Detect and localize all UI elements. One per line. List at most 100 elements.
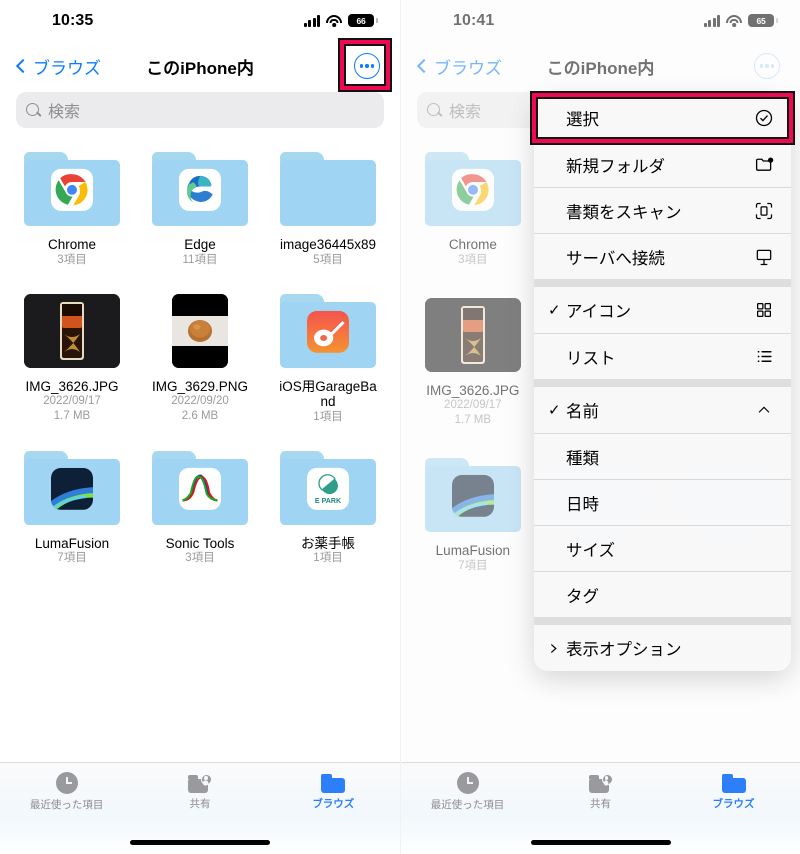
edge-icon: [179, 168, 221, 211]
server-connect-icon: [753, 246, 775, 268]
file-size: 1.7 MB: [454, 414, 492, 426]
tab-bar: 最近使った項目 共有 ブラウズ: [0, 762, 400, 854]
folder-icon: [424, 458, 521, 532]
chevron-up-icon: [753, 399, 775, 421]
menu-item-label: リスト: [566, 349, 616, 368]
file-thumbnail: [24, 152, 120, 230]
tab-label: 最近使った項目: [29, 799, 104, 811]
menu-item-sort-tag[interactable]: タグ: [534, 571, 791, 617]
folder-icon: [24, 450, 120, 525]
file-item[interactable]: Edge 11項目: [136, 152, 264, 268]
file-name: Chrome: [47, 237, 96, 252]
file-item[interactable]: LumaFusion 7項目: [8, 450, 136, 567]
ellipsis-circle-icon[interactable]: [354, 53, 380, 79]
menu-item-sort-name[interactable]: ✓ 名前: [534, 387, 791, 433]
phone-screenshot-right: 10:41 65 ブラウズ このiPhone内 検索 Chrome 3項目 IM…: [400, 0, 800, 854]
folder-icon: [152, 450, 248, 525]
file-thumbnail: [152, 293, 248, 372]
menu-item-label: 新規フォルダ: [566, 157, 665, 176]
menu-item-view-options[interactable]: 表示オプション: [534, 625, 791, 671]
epark-icon: E PARK: [307, 467, 349, 510]
folder-icon: [280, 152, 376, 226]
menu-item-connect-to-server[interactable]: サーバへ接続: [534, 233, 791, 279]
file-item[interactable]: image36445x89 5項目: [264, 152, 392, 268]
chevron-left-icon: [416, 58, 432, 74]
search-placeholder: 検索: [48, 104, 81, 121]
file-item[interactable]: iOS用GarageBand 1項目: [264, 293, 392, 425]
iphone-box-photo: [424, 297, 521, 372]
tab-recents[interactable]: 最近使った項目: [0, 763, 133, 821]
file-size: 2.6 MB: [181, 410, 219, 422]
menu-item-icon-view[interactable]: ✓ アイコン: [534, 287, 791, 333]
file-thumbnail: [424, 297, 521, 376]
file-meta: 2022/09/17: [43, 395, 101, 407]
file-meta: 7項目: [458, 559, 488, 572]
file-thumbnail: [24, 450, 120, 529]
battery-percent: 66: [356, 15, 366, 26]
file-item[interactable]: Sonic Tools 3項目: [136, 450, 264, 567]
chrome-icon: [451, 168, 494, 211]
tab-browse[interactable]: ブラウズ: [267, 763, 400, 821]
check-circle-icon: [753, 107, 775, 129]
file-meta: 2022/09/20: [171, 395, 229, 407]
menu-item-sort-kind[interactable]: 種類: [534, 433, 791, 479]
file-name: LumaFusion: [34, 535, 110, 551]
file-name: IMG_3626.JPG: [25, 378, 119, 394]
file-item[interactable]: E PARK お薬手帳 1項目: [264, 450, 392, 567]
scan-document-icon: [753, 200, 775, 222]
file-item[interactable]: LumaFusion 7項目: [409, 458, 537, 574]
menu-item-list-view[interactable]: リスト: [534, 333, 791, 379]
nav-bar: ブラウズ このiPhone内: [401, 44, 800, 88]
back-button[interactable]: ブラウズ: [416, 54, 502, 79]
file-meta: 7項目: [57, 552, 87, 564]
file-name: image36445x89: [279, 237, 377, 252]
file-item[interactable]: Chrome 3項目: [409, 152, 537, 268]
file-meta: 3項目: [57, 253, 87, 266]
cellular-bars-icon: [303, 15, 320, 27]
menu-item-label: 名前: [566, 403, 599, 421]
ellipsis-circle-icon[interactable]: [754, 53, 780, 79]
no-icon: [753, 492, 775, 514]
clock-icon: [55, 772, 78, 794]
file-meta: 2022/09/17: [444, 399, 502, 411]
tab-recents[interactable]: 最近使った項目: [401, 763, 534, 821]
menu-item-sort-date[interactable]: 日時: [534, 479, 791, 525]
tab-label: ブラウズ: [312, 797, 355, 810]
file-meta: 5項目: [313, 253, 343, 266]
status-bar: 10:35 66: [0, 0, 400, 44]
menu-item-new-folder[interactable]: 新規フォルダ: [534, 141, 791, 187]
file-thumbnail: E PARK: [280, 450, 376, 529]
file-name: iOS用GarageBand: [279, 378, 377, 410]
file-thumbnail: [424, 152, 521, 230]
back-button[interactable]: ブラウズ: [15, 54, 101, 79]
no-icon: [753, 637, 775, 659]
tab-label: 共有: [189, 797, 211, 810]
status-bar: 10:41 65: [401, 0, 800, 44]
search-input[interactable]: 検索: [16, 92, 384, 128]
file-item[interactable]: IMG_3629.PNG 2022/09/20 2.6 MB: [136, 293, 264, 425]
file-item[interactable]: IMG_3626.JPG 2022/09/17 1.7 MB: [409, 297, 537, 429]
folder-icon: [424, 152, 521, 226]
grid-view-icon: [753, 299, 775, 321]
file-item[interactable]: Chrome 3項目: [8, 152, 136, 268]
tab-shared[interactable]: 共有: [534, 763, 667, 821]
menu-item-select[interactable]: 選択: [534, 95, 791, 141]
menu-item-label: サーバへ接続: [566, 249, 665, 268]
tab-browse[interactable]: ブラウズ: [667, 763, 800, 821]
sonictools-icon: [179, 467, 221, 510]
clock-icon: [456, 772, 479, 794]
file-item[interactable]: IMG_3626.JPG 2022/09/17 1.7 MB: [8, 293, 136, 425]
menu-item-scan-document[interactable]: 書類をスキャン: [534, 187, 791, 233]
menu-item-sort-size[interactable]: サイズ: [534, 525, 791, 571]
tab-shared[interactable]: 共有: [133, 763, 266, 821]
chevron-right-icon: [548, 642, 566, 655]
menu-separator: [534, 279, 791, 287]
file-grid: Chrome 3項目: [0, 128, 400, 566]
shared-folder-icon: [588, 773, 613, 793]
status-time: 10:41: [453, 12, 495, 29]
menu-item-label: 表示オプション: [566, 641, 682, 659]
home-indicator: [130, 840, 270, 845]
menu-item-label: 選択: [566, 111, 599, 129]
file-thumbnail: [424, 458, 521, 536]
tab-label: 最近使った項目: [430, 799, 505, 811]
